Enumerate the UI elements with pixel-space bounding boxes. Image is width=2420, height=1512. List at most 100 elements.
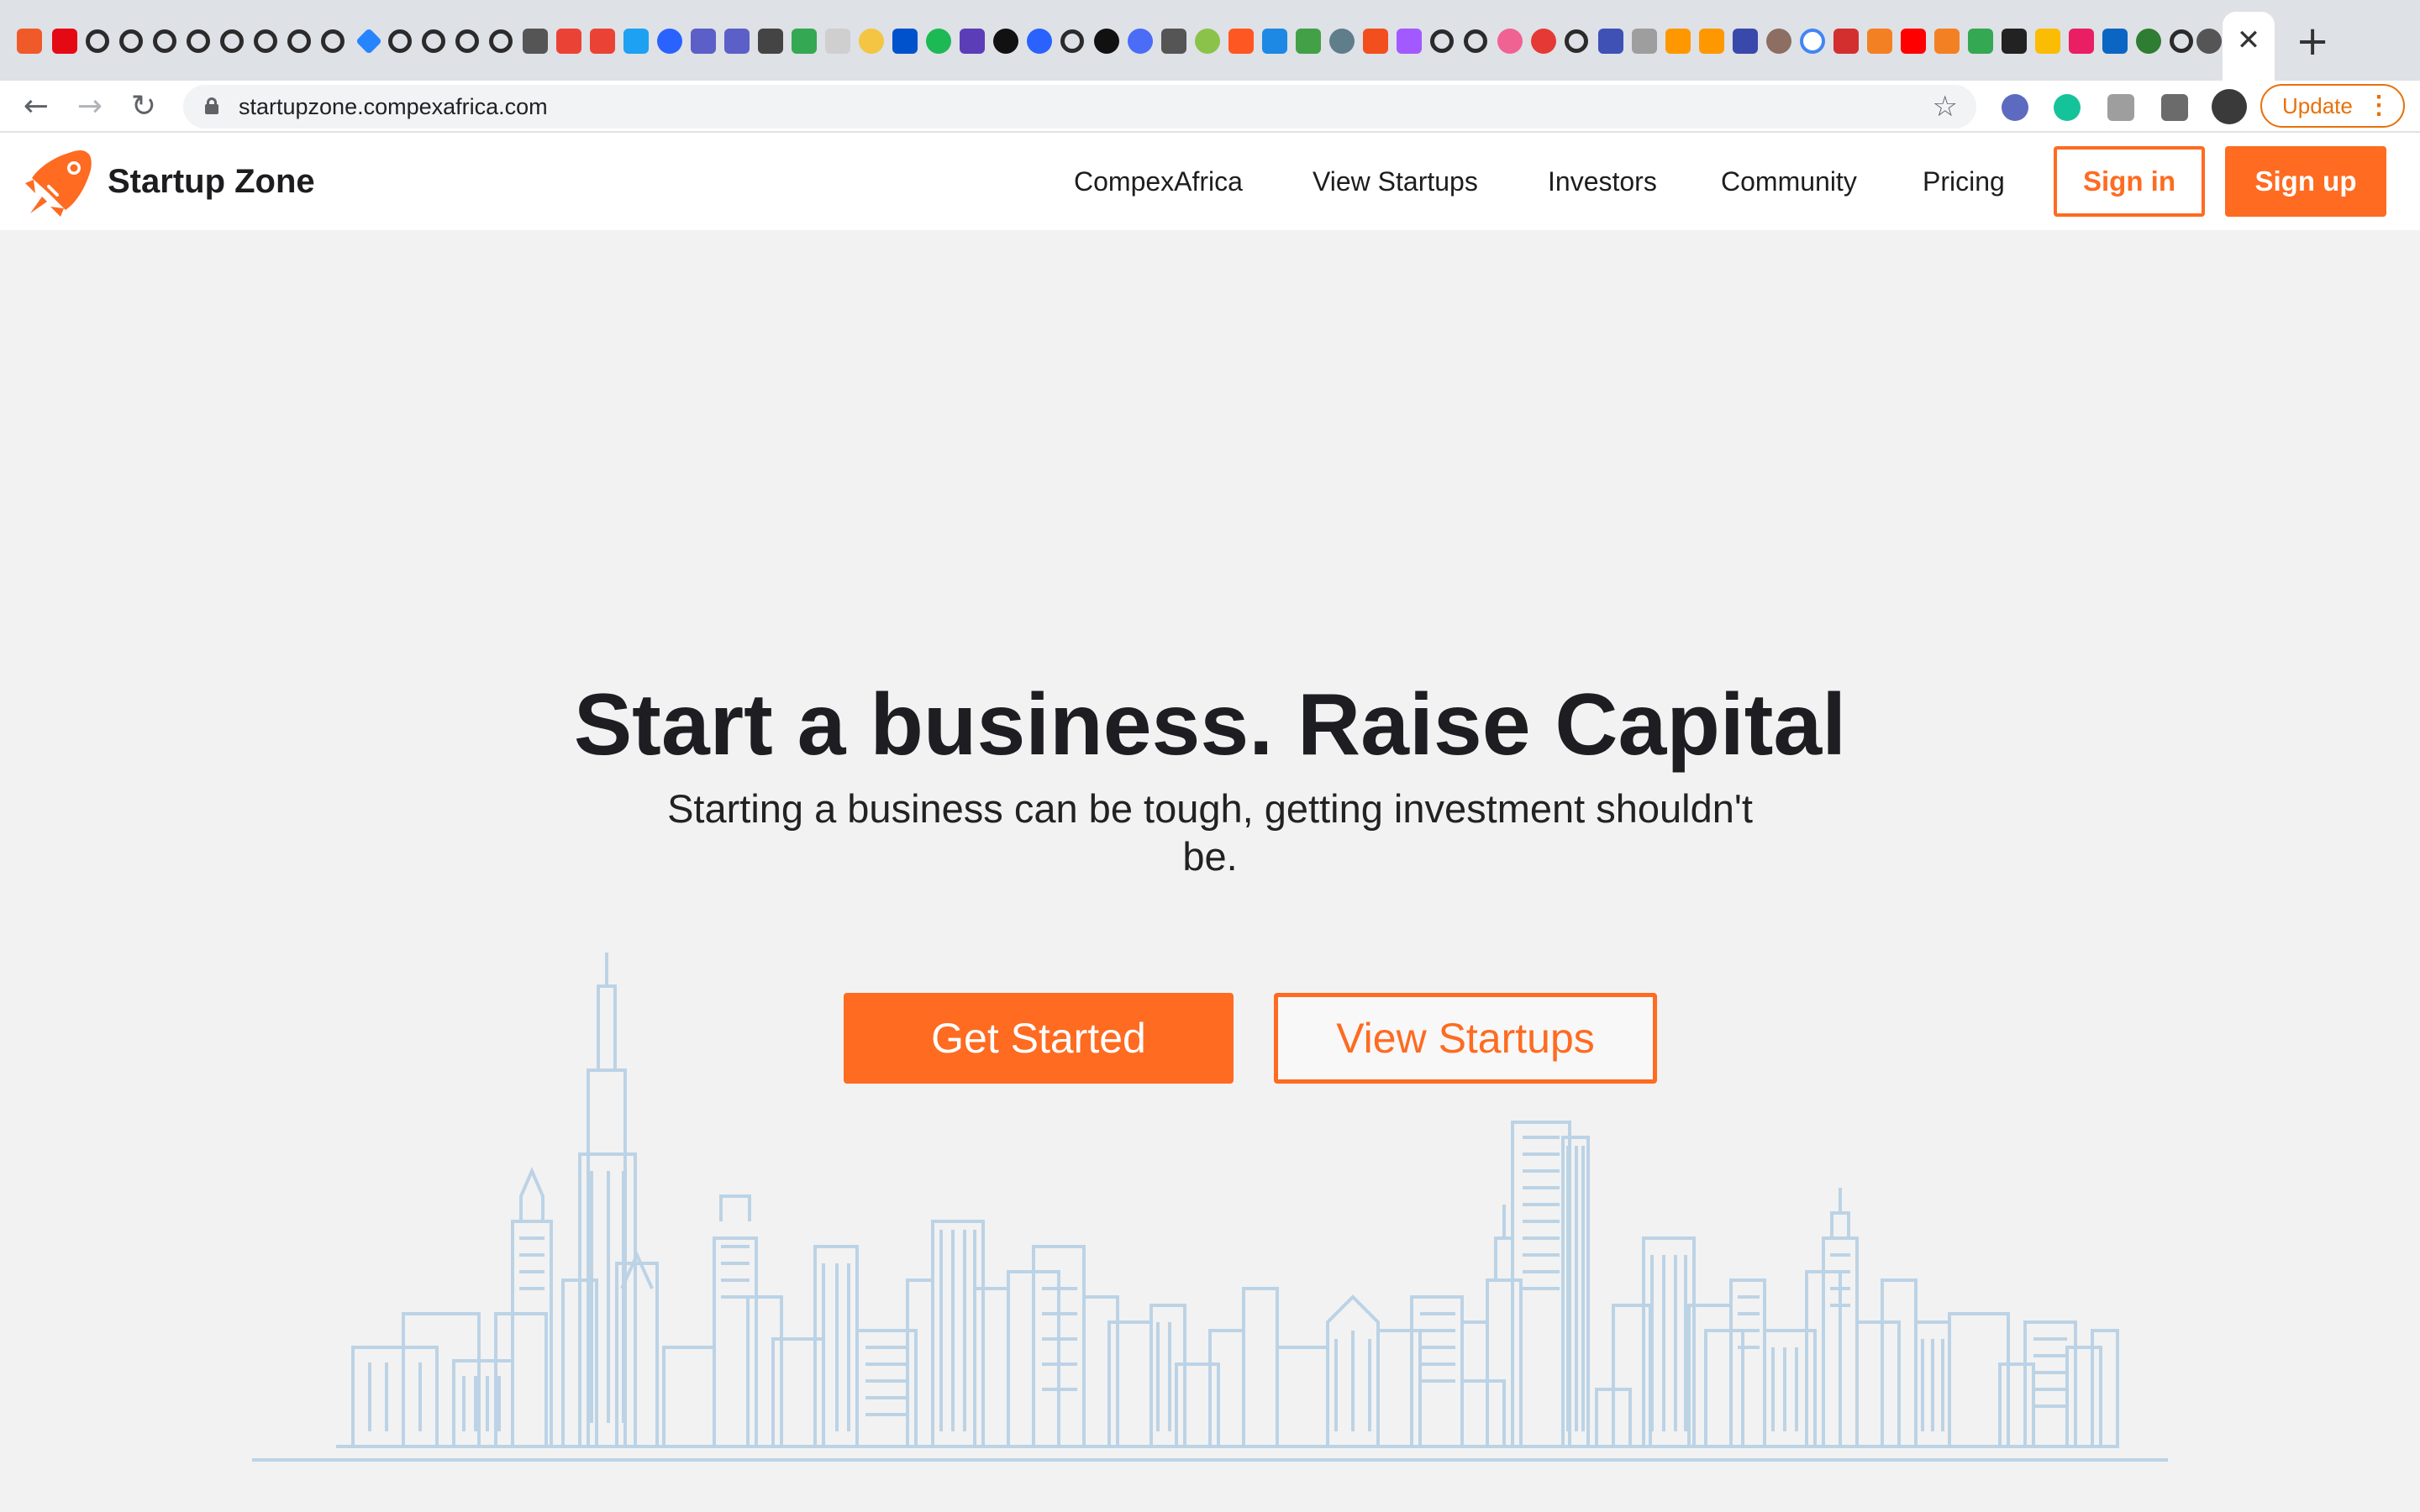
- tab-github-icon[interactable]: [254, 29, 277, 53]
- hero-title: Start a business. Raise Capital: [573, 676, 1847, 774]
- tab-favicon-icon[interactable]: [825, 29, 850, 54]
- tab-favicon-icon[interactable]: [1733, 29, 1758, 54]
- forward-button[interactable]: →: [71, 87, 109, 126]
- menu-dots-icon: ⋮: [2366, 92, 2391, 119]
- tab-favicon-icon[interactable]: [1027, 29, 1052, 54]
- tab-favicon-icon[interactable]: [355, 28, 382, 55]
- update-button[interactable]: Update ⋮: [2260, 84, 2405, 128]
- grammarly-icon[interactable]: [2054, 94, 2081, 121]
- tab-favicon-icon[interactable]: [1262, 29, 1287, 54]
- brand-name[interactable]: Startup Zone: [108, 156, 315, 207]
- tab-close-icon[interactable]: ✕: [2235, 24, 2262, 57]
- tab-github-icon[interactable]: [1565, 29, 1588, 53]
- tab-github-icon[interactable]: [153, 29, 176, 53]
- tab-favicon-icon[interactable]: [892, 29, 918, 54]
- tab-favicon-icon[interactable]: [792, 29, 817, 54]
- reload-button[interactable]: ↻: [124, 87, 163, 126]
- tab-favicon-icon[interactable]: [623, 29, 649, 54]
- tab-github-icon[interactable]: [187, 29, 210, 53]
- tab-favicon-icon[interactable]: [1329, 29, 1355, 54]
- tab-github-icon[interactable]: [455, 29, 479, 53]
- tab-favicon-icon[interactable]: [859, 29, 884, 54]
- hero-section: Start a business. Raise Capital Starting…: [0, 230, 2420, 1512]
- camera-icon[interactable]: [2107, 94, 2134, 121]
- tab-favicon-icon[interactable]: [1665, 29, 1691, 54]
- browser-tab-strip: ✕ +: [0, 0, 2420, 81]
- tab-youtube-icon[interactable]: [1901, 29, 1926, 54]
- tab-favicon-icon[interactable]: [1968, 29, 1993, 54]
- nav-link-compexafrica[interactable]: CompexAfrica: [1074, 156, 1243, 207]
- puzzle-extensions-icon[interactable]: [2161, 94, 2188, 121]
- tab-favicon-icon[interactable]: [1632, 29, 1657, 54]
- sign-up-button[interactable]: Sign up: [2225, 146, 2386, 217]
- tab-favicon-icon[interactable]: [1228, 29, 1254, 54]
- lock-icon[interactable]: [205, 97, 218, 114]
- tab-github-icon[interactable]: [1464, 29, 1487, 53]
- back-button[interactable]: ←: [17, 87, 55, 126]
- tab-favicon-icon[interactable]: [2136, 29, 2161, 54]
- tab-favicon-icon[interactable]: [1195, 29, 1220, 54]
- tab-favicon-icon[interactable]: [52, 29, 77, 54]
- tab-favicon-icon[interactable]: [1531, 29, 1556, 54]
- tab-github-icon[interactable]: [119, 29, 143, 53]
- site-header: Startup Zone CompexAfrica View Startups …: [0, 133, 2420, 230]
- address-bar[interactable]: startupzone.compexafrica.com ☆: [183, 85, 1976, 129]
- tab-favicon-icon[interactable]: [993, 29, 1018, 54]
- tab-google-icon[interactable]: [1800, 29, 1825, 54]
- tab-favicon-icon[interactable]: [2002, 29, 2027, 54]
- tab-favicon-icon[interactable]: [758, 29, 783, 54]
- tab-linkedin-icon[interactable]: [2102, 29, 2128, 54]
- tab-favicon-icon[interactable]: [1296, 29, 1321, 54]
- tab-favicon-icon[interactable]: [1094, 29, 1119, 54]
- new-tab-button[interactable]: +: [2296, 20, 2329, 62]
- tab-github-icon[interactable]: [2170, 29, 2193, 53]
- tab-teams-icon[interactable]: [724, 29, 750, 54]
- tab-favicon-icon[interactable]: [1161, 29, 1186, 54]
- nav-link-community[interactable]: Community: [1721, 156, 1857, 207]
- tab-favicon-icon[interactable]: [1128, 29, 1153, 54]
- tab-github-icon[interactable]: [1060, 29, 1084, 53]
- url-text[interactable]: startupzone.compexafrica.com: [239, 85, 548, 129]
- bookmark-star-icon[interactable]: ☆: [1933, 85, 1958, 129]
- profile-avatar[interactable]: [2212, 89, 2247, 124]
- tab-gmail-icon[interactable]: [590, 29, 615, 54]
- tab-github-icon[interactable]: [287, 29, 311, 53]
- tab-github-icon[interactable]: [489, 29, 513, 53]
- tab-favicon-icon[interactable]: [960, 29, 985, 54]
- tab-figma-icon[interactable]: [1363, 29, 1388, 54]
- tab-favicon-icon[interactable]: [1699, 29, 1724, 54]
- tab-favicon-icon[interactable]: [523, 29, 548, 54]
- tab-github-icon[interactable]: [220, 29, 244, 53]
- rocket-logo-icon[interactable]: [24, 146, 96, 217]
- nav-link-investors[interactable]: Investors: [1548, 156, 1657, 207]
- tab-github-icon[interactable]: [86, 29, 109, 53]
- tab-favicon-icon[interactable]: [926, 29, 951, 54]
- tab-teams-icon[interactable]: [691, 29, 716, 54]
- nav-link-view-startups[interactable]: View Startups: [1313, 156, 1478, 207]
- tab-gmail-icon[interactable]: [556, 29, 581, 54]
- update-label: Update: [2282, 93, 2353, 118]
- tab-favicon-icon[interactable]: [2069, 29, 2094, 54]
- tab-drive-icon[interactable]: [2035, 29, 2060, 54]
- browser-toolbar: ← → ↻ startupzone.compexafrica.com ☆ Upd…: [0, 81, 2420, 133]
- tab-favicon-icon[interactable]: [1867, 29, 1892, 54]
- tab-github-icon[interactable]: [1430, 29, 1454, 53]
- tab-favicon-icon[interactable]: [1833, 29, 1859, 54]
- view-startups-button[interactable]: View Startups: [1274, 993, 1657, 1084]
- tab-github-icon[interactable]: [422, 29, 445, 53]
- tab-favicon-icon[interactable]: [1934, 29, 1960, 54]
- extension-icon[interactable]: [2002, 94, 2028, 121]
- hero-subtitle: Starting a business can be tough, gettin…: [667, 786, 1753, 879]
- tab-favicon-icon[interactable]: [1598, 29, 1623, 54]
- sign-in-button[interactable]: Sign in: [2054, 146, 2205, 217]
- tab-github-icon[interactable]: [321, 29, 345, 53]
- get-started-button[interactable]: Get Started: [844, 993, 1234, 1084]
- tab-github-icon[interactable]: [388, 29, 412, 53]
- tab-favicon-icon[interactable]: [17, 29, 42, 54]
- tab-favicon-icon[interactable]: [1766, 29, 1791, 54]
- tab-figma-icon[interactable]: [1397, 29, 1422, 54]
- tab-favicon-icon[interactable]: [657, 29, 682, 54]
- nav-link-pricing[interactable]: Pricing: [1923, 156, 2005, 207]
- tab-favicon-icon[interactable]: [2196, 29, 2222, 54]
- tab-favicon-icon[interactable]: [1497, 29, 1523, 54]
